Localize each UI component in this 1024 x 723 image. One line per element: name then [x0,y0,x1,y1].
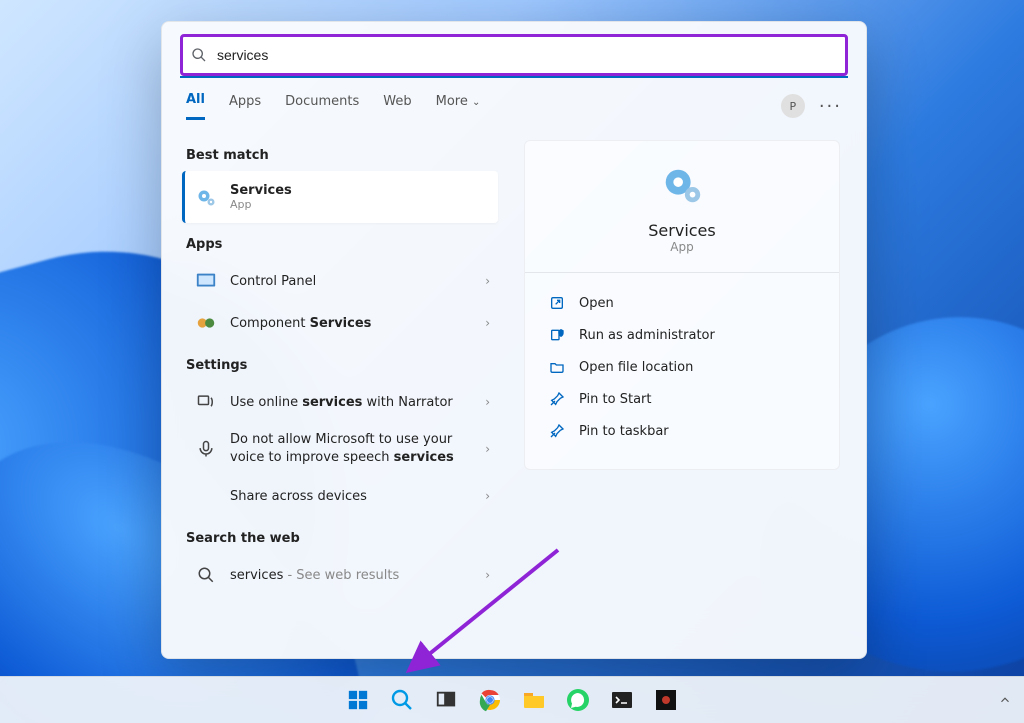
section-best-match: Best match [186,148,498,163]
chevron-right-icon: › [485,489,490,503]
blank-icon [194,484,218,508]
chevron-right-icon: › [485,316,490,330]
taskbar-center [339,681,685,719]
result-control-panel[interactable]: Control Panel › [186,260,498,302]
section-apps: Apps [186,237,498,252]
services-gear-icon [194,185,218,209]
detail-subtitle: App [549,240,815,254]
tab-documents[interactable]: Documents [285,94,359,119]
result-share-across-devices[interactable]: Share across devices › [186,475,498,517]
component-services-icon [194,311,218,335]
tab-apps[interactable]: Apps [229,94,261,119]
taskbar-chrome[interactable] [471,681,509,719]
services-gear-icon-large [659,163,705,209]
taskbar-whatsapp[interactable] [559,681,597,719]
chevron-right-icon: › [485,568,490,582]
result-speech-services[interactable]: Do not allow Microsoft to use your voice… [186,423,498,475]
start-search-panel: All Apps Documents Web More ⌄ P ··· Best… [161,21,867,659]
desktop-background: All Apps Documents Web More ⌄ P ··· Best… [0,0,1024,723]
user-avatar[interactable]: P [781,94,805,118]
search-icon [191,47,207,63]
taskbar-app-dark[interactable] [647,681,685,719]
result-component-services[interactable]: Component Services › [186,302,498,344]
tab-more[interactable]: More ⌄ [436,94,481,119]
detail-card: Services App Open Run as administrator O… [524,140,840,470]
taskbar-search-button[interactable] [383,681,421,719]
search-box-highlight [180,34,848,76]
taskbar [0,676,1024,723]
chevron-right-icon: › [485,442,490,456]
result-detail-pane: Services App Open Run as administrator O… [498,120,866,658]
results-list: Best match Services App Apps Control P [162,120,498,658]
chevron-down-icon: ⌄ [472,97,480,108]
taskbar-file-explorer[interactable] [515,681,553,719]
control-panel-icon [194,269,218,293]
chevron-right-icon: › [485,395,490,409]
section-settings: Settings [186,358,498,373]
action-pin-to-taskbar[interactable]: Pin to taskbar [549,415,815,447]
system-tray-chevron[interactable] [998,693,1012,707]
action-open[interactable]: Open [549,287,815,319]
section-search-web: Search the web [186,531,498,546]
action-pin-to-start[interactable]: Pin to Start [549,383,815,415]
tab-web[interactable]: Web [383,94,411,119]
search-input[interactable] [215,46,845,64]
narrator-icon [194,390,218,414]
pin-icon [549,391,565,407]
result-narrator-services[interactable]: Use online services with Narrator › [186,381,498,423]
result-web-search[interactable]: services - See web results › [186,554,498,596]
open-icon [549,295,565,311]
divider [525,272,839,273]
result-services-app[interactable]: Services App [182,171,498,223]
start-button[interactable] [339,681,377,719]
shield-icon [549,327,565,343]
search-icon [194,563,218,587]
folder-icon [549,359,565,375]
chevron-right-icon: › [485,274,490,288]
action-open-file-location[interactable]: Open file location [549,351,815,383]
tab-all[interactable]: All [186,92,205,120]
more-options-button[interactable]: ··· [819,96,842,117]
search-filter-tabs: All Apps Documents Web More ⌄ P ··· [162,78,866,120]
action-run-as-admin[interactable]: Run as administrator [549,319,815,351]
microphone-icon [194,437,218,461]
task-view-button[interactable] [427,681,465,719]
result-subtitle: App [230,198,490,211]
detail-title: Services [549,221,815,240]
taskbar-terminal[interactable] [603,681,641,719]
pin-icon [549,423,565,439]
